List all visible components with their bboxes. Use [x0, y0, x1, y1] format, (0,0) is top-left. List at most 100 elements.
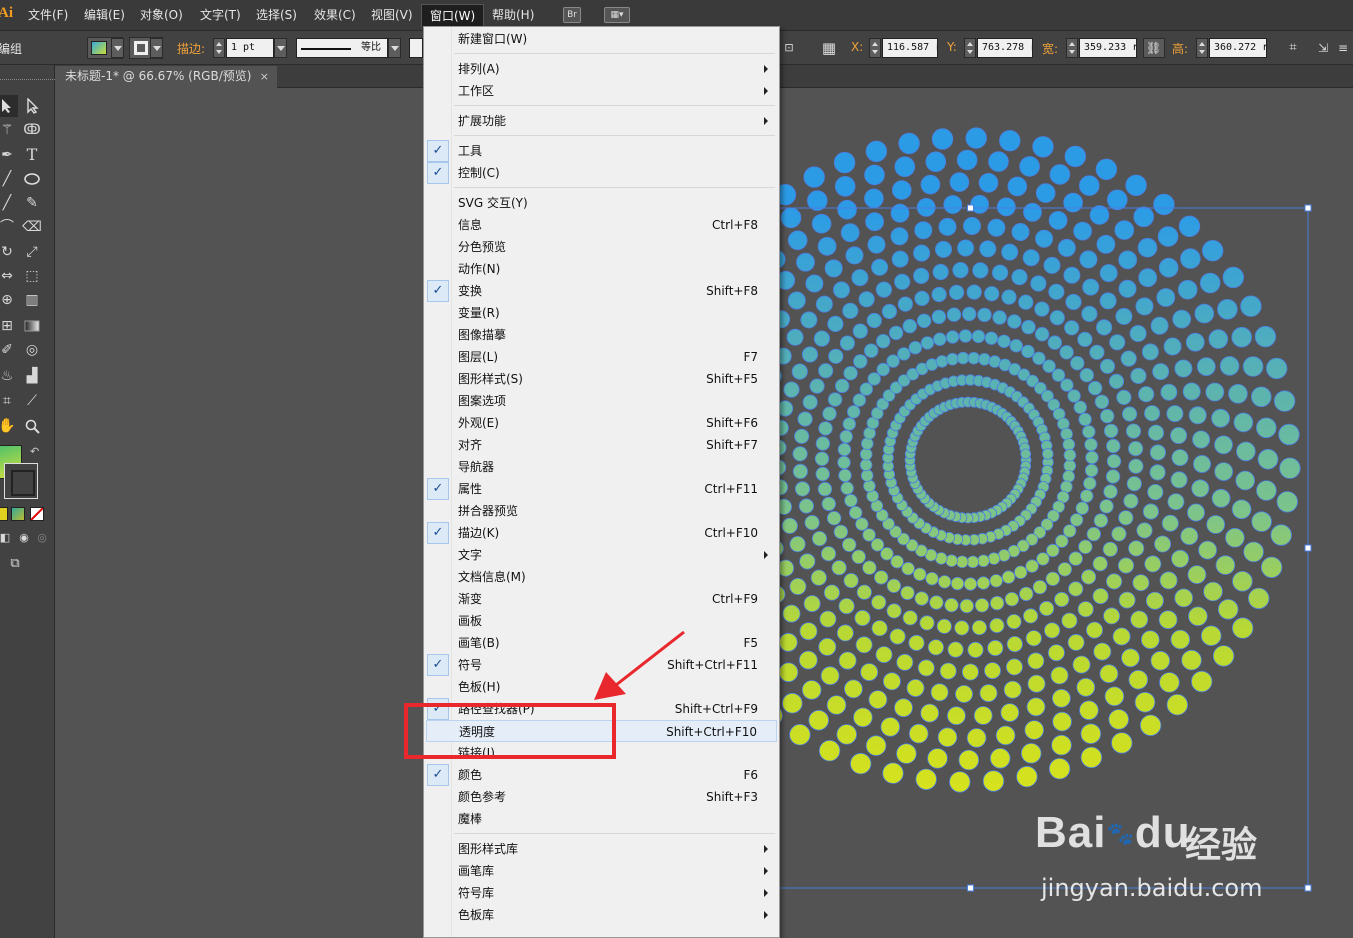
- stroke-profile-dropdown[interactable]: [388, 38, 401, 58]
- fill-dropdown[interactable]: [111, 38, 124, 58]
- magic-wand-tool-icon[interactable]: ⚚: [0, 119, 18, 141]
- y-stepper[interactable]: [964, 38, 976, 58]
- window-menu-item[interactable]: 图层(L) F7: [426, 346, 777, 368]
- window-menu-item[interactable]: ✓ 工具: [426, 140, 777, 162]
- window-menu-item[interactable]: 画板: [426, 610, 777, 632]
- artboard-tool-icon[interactable]: ⌗: [0, 390, 18, 412]
- bridge-icon[interactable]: Br: [563, 7, 581, 23]
- window-menu-item[interactable]: 图形样式(S) Shift+F5: [426, 368, 777, 390]
- menu-object[interactable]: 对象(O): [132, 4, 191, 27]
- window-menu-item[interactable]: 信息 Ctrl+F8: [426, 214, 777, 236]
- stroke-weight-dropdown[interactable]: [274, 38, 287, 58]
- brush-definition-select[interactable]: [409, 38, 423, 58]
- blob-brush-tool-icon[interactable]: ⌒: [0, 216, 18, 238]
- window-menu-item[interactable]: 拼合器预览: [426, 500, 777, 522]
- isolate-icon[interactable]: ⇲: [1314, 39, 1332, 57]
- x-input[interactable]: 116.587 r: [882, 38, 938, 58]
- window-menu-item[interactable]: ✓ 控制(C): [426, 162, 777, 184]
- stroke-profile-select[interactable]: 等比: [296, 38, 388, 58]
- x-stepper[interactable]: [869, 38, 881, 58]
- resize-handle[interactable]: [967, 884, 974, 892]
- perspective-grid-tool-icon[interactable]: ▥: [21, 289, 43, 311]
- window-menu-item[interactable]: 变量(R): [426, 302, 777, 324]
- stroke-weight-stepper[interactable]: [213, 38, 225, 58]
- menu-edit[interactable]: 编辑(E): [76, 4, 133, 27]
- type-tool-icon[interactable]: T: [21, 144, 43, 166]
- constrain-proportions-button[interactable]: ⛓: [1143, 38, 1165, 58]
- selection-tool-icon[interactable]: [0, 95, 18, 117]
- window-menu-item[interactable]: 色板库: [426, 904, 777, 926]
- menu-view[interactable]: 视图(V): [363, 4, 421, 27]
- window-menu-item[interactable]: 渐变 Ctrl+F9: [426, 588, 777, 610]
- window-menu-item[interactable]: 文字: [426, 544, 777, 566]
- window-menu-item[interactable]: ✓ 颜色 F6: [426, 764, 777, 786]
- resize-handle[interactable]: [1304, 204, 1312, 212]
- width-stepper[interactable]: [1066, 38, 1078, 58]
- window-menu-item[interactable]: 图像描摹: [426, 324, 777, 346]
- window-menu-item[interactable]: 画笔库: [426, 860, 777, 882]
- screen-mode-icon[interactable]: ⧉: [4, 553, 26, 575]
- shape-builder-tool-icon[interactable]: ⊕: [0, 289, 18, 311]
- gradient-tool-icon[interactable]: [21, 315, 43, 337]
- direct-selection-tool-icon[interactable]: [21, 95, 43, 117]
- line-tool-icon[interactable]: ╱: [0, 168, 18, 190]
- eraser-tool-icon[interactable]: ⌫: [21, 216, 43, 238]
- window-menu-item[interactable]: 分色预览: [426, 236, 777, 258]
- lasso-tool-icon[interactable]: ↂ: [21, 119, 43, 141]
- window-menu-item[interactable]: 工作区: [426, 80, 777, 102]
- symbol-sprayer-tool-icon[interactable]: ♨: [0, 365, 18, 387]
- close-tab-icon[interactable]: ×: [260, 66, 269, 87]
- window-menu-item[interactable]: ✓ 描边(K) Ctrl+F10: [426, 522, 777, 544]
- stroke-weight-input[interactable]: 1 pt: [226, 38, 274, 58]
- workspace-switcher-icon[interactable]: ▦▾: [604, 7, 630, 23]
- rotate-tool-icon[interactable]: ↻: [0, 241, 18, 263]
- zoom-tool-icon[interactable]: [21, 415, 43, 437]
- reference-point-icon[interactable]: ⊡: [780, 39, 798, 57]
- width-input[interactable]: 359.233 r: [1079, 38, 1137, 58]
- panel-grip[interactable]: [0, 79, 55, 83]
- y-input[interactable]: 763.278 r: [977, 38, 1033, 58]
- transform-grid-icon[interactable]: ▦: [820, 39, 838, 57]
- free-transform-tool-icon[interactable]: ⬚: [21, 265, 43, 287]
- window-menu-item[interactable]: 画笔(B) F5: [426, 632, 777, 654]
- window-menu-item[interactable]: 外观(E) Shift+F6: [426, 412, 777, 434]
- width-tool-icon[interactable]: ⇔: [0, 265, 18, 287]
- menu-type[interactable]: 文字(T): [192, 4, 249, 27]
- menu-select[interactable]: 选择(S): [248, 4, 305, 27]
- window-menu-item[interactable]: 色板(H): [426, 676, 777, 698]
- column-graph-tool-icon[interactable]: ▟: [21, 365, 43, 387]
- pencil-tool-icon[interactable]: ✎: [21, 192, 43, 214]
- pen-tool-icon[interactable]: ✒: [0, 144, 18, 166]
- ellipse-tool-icon[interactable]: [21, 168, 43, 190]
- blend-tool-icon[interactable]: ◎: [21, 339, 43, 361]
- window-menu-item[interactable]: 颜色参考 Shift+F3: [426, 786, 777, 808]
- menu-file[interactable]: 文件(F): [20, 4, 76, 27]
- stroke-color-swatch[interactable]: [4, 463, 38, 499]
- scale-tool-icon[interactable]: ⤢: [21, 241, 43, 263]
- window-menu-item[interactable]: 图案选项: [426, 390, 777, 412]
- height-stepper[interactable]: [1196, 38, 1208, 58]
- window-menu-item[interactable]: 排列(A): [426, 58, 777, 80]
- none-mode-icon[interactable]: [30, 507, 44, 521]
- window-menu-item[interactable]: 新建窗口(W): [426, 28, 777, 50]
- stroke-dropdown[interactable]: [150, 38, 163, 58]
- window-menu-item[interactable]: 图形样式库: [426, 838, 777, 860]
- paintbrush-tool-icon[interactable]: ╱: [0, 192, 18, 214]
- window-menu-item[interactable]: SVG 交互(Y): [426, 192, 777, 214]
- menu-effect[interactable]: 效果(C): [306, 4, 364, 27]
- eyedropper-tool-icon[interactable]: ✐: [0, 339, 18, 361]
- window-menu-item[interactable]: 扩展功能: [426, 110, 777, 132]
- window-menu-item[interactable]: 魔棒: [426, 808, 777, 830]
- window-menu-item[interactable]: 符号库: [426, 882, 777, 904]
- resize-handle[interactable]: [1304, 544, 1312, 552]
- hand-tool-icon[interactable]: ✋: [0, 415, 18, 437]
- window-menu-item[interactable]: 文档信息(M): [426, 566, 777, 588]
- mesh-tool-icon[interactable]: ⊞: [0, 315, 18, 337]
- window-menu-item[interactable]: ✓ 符号 Shift+Ctrl+F11: [426, 654, 777, 676]
- window-menu-item[interactable]: 导航器: [426, 456, 777, 478]
- swap-fill-stroke-icon[interactable]: ↶: [30, 445, 39, 458]
- transform-icon[interactable]: ⌗: [1284, 39, 1302, 57]
- slice-tool-icon[interactable]: ⟋: [21, 390, 43, 412]
- window-menu-item[interactable]: ✓ 变换 Shift+F8: [426, 280, 777, 302]
- color-mode-icon[interactable]: [0, 507, 8, 521]
